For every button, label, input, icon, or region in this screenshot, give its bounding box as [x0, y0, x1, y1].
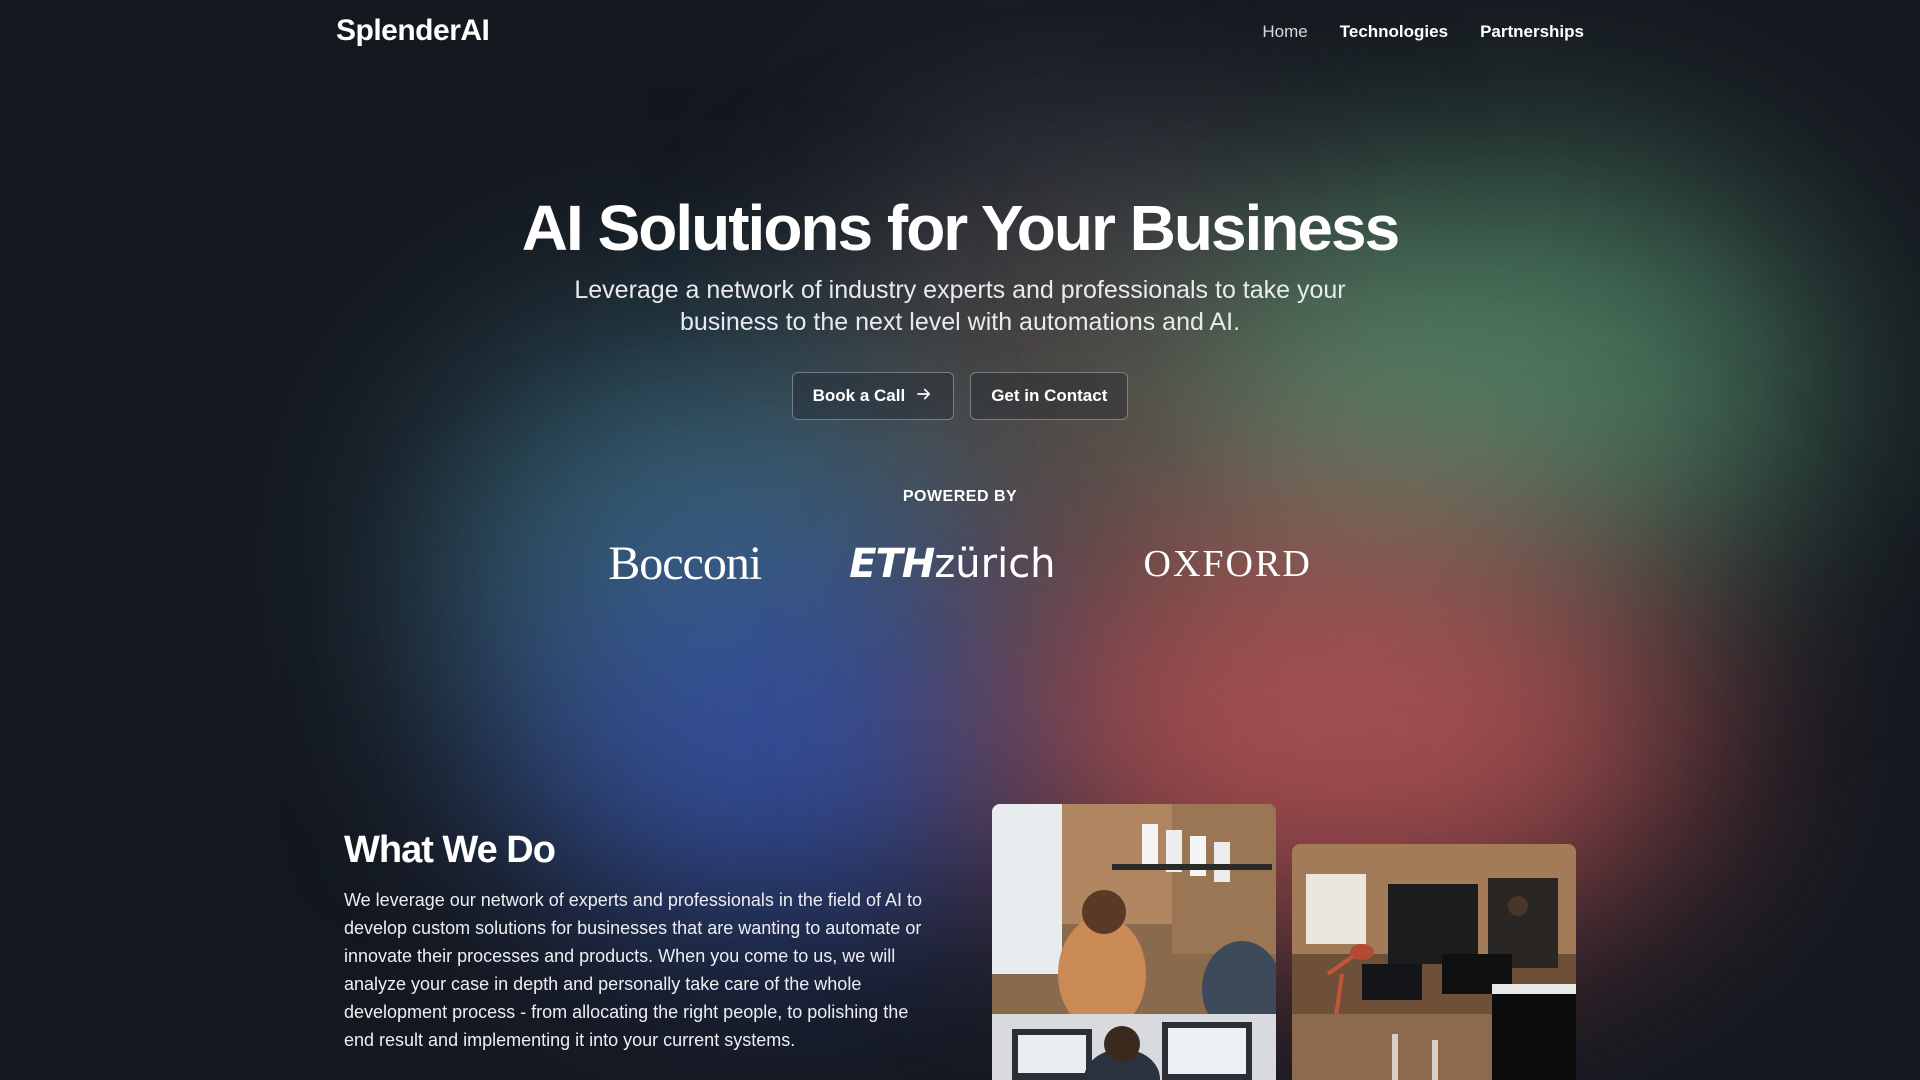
- nav-link-partnerships[interactable]: Partnerships: [1480, 22, 1584, 42]
- what-we-do-title: What We Do: [344, 829, 556, 871]
- what-we-do-section: What We Do We leverage our network of ex…: [344, 822, 934, 1054]
- get-in-contact-label: Get in Contact: [991, 386, 1108, 405]
- cta-group: Book a Call Get in Contact: [0, 372, 1920, 420]
- partner-logos: Bocconi ETHzürich OXFORD: [0, 536, 1920, 591]
- team-working-photo: [992, 804, 1276, 1080]
- get-in-contact-button[interactable]: Get in Contact: [970, 372, 1129, 420]
- book-call-label: Book a Call: [812, 386, 906, 405]
- hero-title: AI Solutions for Your Business: [521, 192, 1400, 264]
- eth-zurich-logo: ETHzürich: [849, 541, 1055, 587]
- eth-logo-strong: ETH: [849, 540, 935, 587]
- site-header: SplenderAI Home Technologies Partnership…: [0, 0, 1920, 70]
- oxford-logo: OXFORD: [1143, 542, 1312, 585]
- arrow-right-icon: [915, 385, 933, 408]
- site-logo[interactable]: SplenderAI: [336, 14, 490, 48]
- landing-page: SplenderAI Home Technologies Partnership…: [0, 0, 1920, 1080]
- hero-section: AI Solutions for Your Business Leverage …: [0, 188, 1920, 591]
- book-call-button[interactable]: Book a Call: [791, 372, 955, 420]
- bocconi-logo: Bocconi: [608, 537, 762, 590]
- nav-link-technologies[interactable]: Technologies: [1340, 22, 1448, 42]
- main-nav: Home Technologies Partnerships: [1262, 22, 1584, 42]
- hero-subtitle: Leverage a network of industry experts a…: [574, 276, 1346, 336]
- what-we-do-body: We leverage our network of experts and p…: [344, 890, 922, 1050]
- nav-link-home[interactable]: Home: [1262, 22, 1307, 42]
- eth-logo-light: zürich: [934, 540, 1056, 587]
- powered-by-label: POWERED BY: [902, 488, 1018, 505]
- office-interior-photo: [1292, 844, 1576, 1080]
